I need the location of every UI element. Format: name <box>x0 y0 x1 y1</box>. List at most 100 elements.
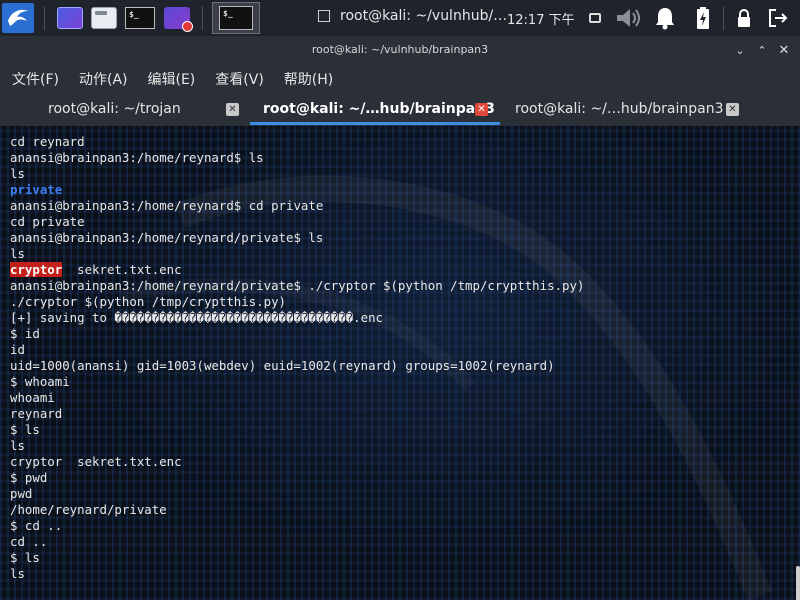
clock[interactable]: 12:17 下午 <box>507 9 575 28</box>
terminal-text-segment: anansi@brainpan3:/home/reynard$ ls <box>10 150 264 165</box>
screen-recorder-button[interactable] <box>162 3 193 33</box>
terminal-line: $ pwd <box>10 470 584 486</box>
terminal-line: uid=1000(anansi) gid=1003(webdev) euid=1… <box>10 358 584 374</box>
terminal-text-segment: $ ls <box>10 550 40 565</box>
terminal-line: ./cryptor $(python /tmp/cryptthis.py) <box>10 294 584 310</box>
tab-trojan[interactable]: root@kali: ~/trojan ✕ <box>0 94 250 126</box>
file-manager-button[interactable] <box>89 3 119 33</box>
terminal-line: cd private <box>10 214 584 230</box>
notes-tray-button[interactable] <box>585 6 605 30</box>
terminal-line: id <box>10 342 584 358</box>
executable-entry: cryptor <box>10 262 63 277</box>
battery-charging-icon <box>697 7 709 29</box>
terminal-line: $ id <box>10 326 584 342</box>
close-window-button[interactable]: ✕ <box>776 42 792 58</box>
terminal-line: ls <box>10 566 584 582</box>
terminal-text-segment: cd .. <box>10 534 48 549</box>
menu-view[interactable]: 查看(V) <box>215 69 264 89</box>
terminal-icon <box>219 6 253 30</box>
terminal-line: cryptor sekret.txt.enc <box>10 262 584 278</box>
power-menu-button[interactable] <box>765 6 791 30</box>
terminal-text-segment: reynard <box>10 406 63 421</box>
active-tab-indicator <box>250 122 500 125</box>
show-desktop-button[interactable] <box>55 3 85 33</box>
tab-label: root@kali: ~/…hub/brainpan3 <box>263 101 495 117</box>
recorder-icon <box>164 7 193 32</box>
terminal-launcher-button[interactable] <box>125 3 155 33</box>
terminal-line: ls <box>10 246 584 262</box>
volume-button[interactable] <box>614 6 646 30</box>
terminal-text-segment: ls <box>10 246 25 261</box>
terminal-scrollbar[interactable] <box>796 566 800 600</box>
terminal-text-segment: pwd <box>10 486 33 501</box>
terminal-text-segment: anansi@brainpan3:/home/reynard$ cd priva… <box>10 198 324 213</box>
tab-close-icon[interactable]: ✕ <box>726 103 739 116</box>
terminal-text-segment: /home/reynard/private <box>10 502 167 517</box>
panel-separator <box>723 6 724 30</box>
chevron-up-icon: ⌃ <box>757 43 767 57</box>
tab-label: root@kali: ~/trojan <box>48 101 181 117</box>
panel-separator <box>202 6 203 30</box>
terminal-text-segment: anansi@brainpan3:/home/reynard/private$ … <box>10 230 324 245</box>
terminal-text-segment: uid=1000(anansi) gid=1003(webdev) euid=1… <box>10 358 555 373</box>
window-title: root@kali: ~/vulnhub/brainpan3 <box>311 43 489 56</box>
notifications-button[interactable] <box>652 6 678 30</box>
terminal-text-segment: cd private <box>10 214 85 229</box>
terminal-text-segment: id <box>10 342 25 357</box>
chevron-down-icon: ⌄ <box>735 43 745 57</box>
battery-button[interactable] <box>691 6 715 30</box>
taskbar-window-title[interactable]: root@kali: ~/vulnhub/… <box>340 8 507 24</box>
terminal-text-segment: cryptor sekret.txt.enc <box>10 454 182 469</box>
terminal-line: $ ls <box>10 422 584 438</box>
terminal-line: whoami <box>10 390 584 406</box>
lock-screen-button[interactable] <box>733 6 755 30</box>
terminal-text-segment: ls <box>10 166 25 181</box>
terminal-line: /home/reynard/private <box>10 502 584 518</box>
terminal-text-segment: whoami <box>10 390 55 405</box>
window-icon <box>318 10 330 22</box>
menu-edit[interactable]: 编辑(E) <box>148 69 196 89</box>
menu-actions[interactable]: 动作(A) <box>79 69 128 89</box>
terminal-line: anansi@brainpan3:/home/reynard/private$ … <box>10 278 584 294</box>
terminal-text-segment: $ pwd <box>10 470 48 485</box>
volume-muted-icon <box>617 9 640 27</box>
kali-dragon-icon <box>5 5 31 31</box>
terminal-line: [+] saving to ��������������������������… <box>10 310 584 326</box>
terminal-line: $ cd .. <box>10 518 584 534</box>
terminal-output[interactable]: cd reynard anansi@brainpan3:/home/reynard… <box>0 126 800 600</box>
terminal-line: ls <box>10 166 584 182</box>
logout-icon <box>769 9 788 27</box>
menu-file[interactable]: 文件(F) <box>12 69 59 89</box>
active-window-button[interactable] <box>212 2 260 34</box>
tab-brainpan3[interactable]: root@kali: ~/…hub/brainpan3 ✕ <box>500 94 750 126</box>
lock-icon <box>738 9 750 27</box>
terminal-line: anansi@brainpan3:/home/reynard$ ls <box>10 150 584 166</box>
minimize-button[interactable]: ⌄ <box>732 42 748 58</box>
terminal-text-segment: $ cd .. <box>10 518 63 533</box>
desktop-icon <box>57 7 83 29</box>
terminal-text-segment: $ whoami <box>10 374 70 389</box>
tab-close-icon[interactable]: ✕ <box>226 103 239 116</box>
terminal-text-segment: ls <box>10 438 25 453</box>
kali-menu-button[interactable] <box>2 3 34 33</box>
terminal-line: ls <box>10 438 584 454</box>
window-titlebar[interactable]: root@kali: ~/vulnhub/brainpan3 ⌄ ⌃ ✕ <box>0 36 800 64</box>
terminal-text: cd reynard anansi@brainpan3:/home/reynard… <box>10 134 584 582</box>
terminal-line: anansi@brainpan3:/home/reynard/private$ … <box>10 230 584 246</box>
terminal-icon <box>125 7 155 29</box>
bell-icon <box>656 8 674 30</box>
message-icon <box>589 13 601 23</box>
tab-label: root@kali: ~/…hub/brainpan3 <box>515 101 724 117</box>
terminal-text-segment: $ id <box>10 326 40 341</box>
terminal-line: cd .. <box>10 534 584 550</box>
terminal-line: anansi@brainpan3:/home/reynard$ cd priva… <box>10 198 584 214</box>
terminal-line: reynard <box>10 406 584 422</box>
terminal-line: $ whoami <box>10 374 584 390</box>
menu-help[interactable]: 帮助(H) <box>284 69 333 89</box>
terminal-line: private <box>10 182 584 198</box>
terminal-text-segment: [+] saving to ��������������������������… <box>10 310 383 325</box>
maximize-button[interactable]: ⌃ <box>754 42 770 58</box>
directory-entry: private <box>10 182 63 197</box>
terminal-text-segment: ./cryptor $(python /tmp/cryptthis.py) <box>10 294 287 309</box>
tab-close-icon[interactable]: ✕ <box>475 103 488 116</box>
